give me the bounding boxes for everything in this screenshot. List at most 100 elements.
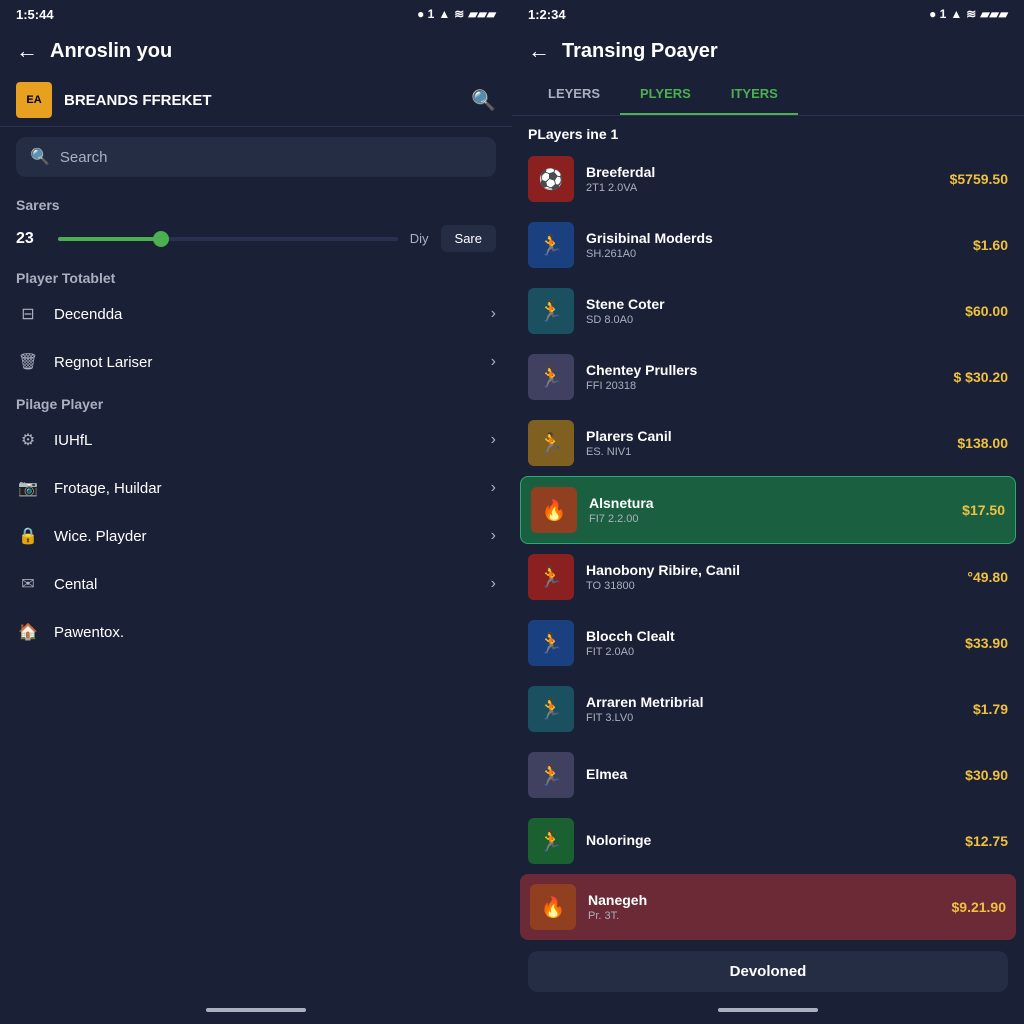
- player-sub-5: FI7 2.2.00: [589, 513, 950, 525]
- left-page-title: Anroslin you: [50, 40, 496, 63]
- player-info-9: Elmea: [586, 766, 953, 784]
- slider-track[interactable]: [58, 237, 398, 241]
- player-avatar-9: 🏃: [528, 752, 574, 798]
- search-input[interactable]: [60, 149, 482, 166]
- iuhfl-label: IUHfL: [54, 432, 477, 449]
- player-price-6: °49.80: [967, 569, 1008, 585]
- menu-item-pawentox[interactable]: 🏠 Pawentox.: [0, 608, 512, 656]
- tab-ityers[interactable]: ITYERS: [711, 74, 798, 115]
- player-name-0: Breeferdal: [586, 164, 938, 180]
- left-bottom-bar: [0, 1000, 512, 1024]
- player-price-11: $9.21.90: [952, 899, 1007, 915]
- menu-item-iuhfl[interactable]: ⚙ IUHfL ›: [0, 416, 512, 464]
- player-info-4: Plarers Canil ES. NIV1: [586, 428, 945, 458]
- player-row-6[interactable]: 🏃 Hanobony Ribire, Canil TO 31800 °49.80: [512, 544, 1024, 610]
- slider-row: 23 Diy Sare: [0, 217, 512, 260]
- search-magnifier-icon: 🔍: [30, 147, 50, 167]
- player-avatar-3: 🏃: [528, 354, 574, 400]
- search-icon[interactable]: 🔍: [471, 88, 496, 113]
- left-time: 1:5:44: [16, 7, 54, 22]
- player-avatar-10: 🏃: [528, 818, 574, 864]
- save-button[interactable]: Sare: [441, 225, 496, 252]
- slider-fill: [58, 237, 160, 241]
- player-row-0[interactable]: ⚽ Breeferdal 2T1 2.0VA $5759.50: [512, 146, 1024, 212]
- player-list: ⚽ Breeferdal 2T1 2.0VA $5759.50 🏃 Grisib…: [512, 146, 1024, 951]
- regnot-icon: 🗑: [16, 350, 40, 374]
- player-row-5-highlighted[interactable]: 🔥 Alsnetura FI7 2.2.00 $17.50: [520, 476, 1016, 544]
- player-price-5: $17.50: [962, 502, 1005, 518]
- right-status-bar: 1:2:34 ● 1 ▲ ≋ ▰▰▰: [512, 0, 1024, 28]
- slider-left-label: 23: [16, 230, 46, 248]
- player-row-7[interactable]: 🏃 Blocch Clealt FIT 2.0A0 $33.90: [512, 610, 1024, 676]
- menu-item-frotage[interactable]: 📷 Frotage, Huildar ›: [0, 464, 512, 512]
- pawentox-label: Pawentox.: [54, 624, 496, 641]
- player-name-3: Chentey Prullers: [586, 362, 942, 378]
- pawentox-icon: 🏠: [16, 620, 40, 644]
- tabs-row: LEYERS PLYERS ITYERS: [512, 74, 1024, 116]
- frotage-chevron-icon: ›: [491, 479, 496, 497]
- menu-item-wice[interactable]: 🔒 Wice. Playder ›: [0, 512, 512, 560]
- player-sub-0: 2T1 2.0VA: [586, 182, 938, 194]
- menu-item-decendda[interactable]: ⊟ Decendda ›: [0, 290, 512, 338]
- player-section-title: Player Totablet: [0, 260, 512, 290]
- player-sub-11: Pr. 3T.: [588, 910, 940, 922]
- right-header: ← Transing Poayer: [512, 28, 1024, 74]
- player-info-2: Stene Coter SD 8.0A0: [586, 296, 953, 326]
- player-info-0: Breeferdal 2T1 2.0VA: [586, 164, 938, 194]
- slider-right-label: Diy: [410, 231, 429, 246]
- player-info-1: Grisibinal Moderds SH.261A0: [586, 230, 961, 260]
- player-row-1[interactable]: 🏃 Grisibinal Moderds SH.261A0 $1.60: [512, 212, 1024, 278]
- left-back-button[interactable]: ←: [16, 38, 38, 64]
- right-time: 1:2:34: [528, 7, 566, 22]
- player-row-4[interactable]: 🏃 Plarers Canil ES. NIV1 $138.00: [512, 410, 1024, 476]
- player-avatar-6: 🏃: [528, 554, 574, 600]
- player-row-9[interactable]: 🏃 Elmea $30.90: [512, 742, 1024, 808]
- player-name-6: Hanobony Ribire, Canil: [586, 562, 955, 578]
- menu-item-cental[interactable]: ✉ Cental ›: [0, 560, 512, 608]
- player-info-6: Hanobony Ribire, Canil TO 31800: [586, 562, 955, 592]
- wice-icon: 🔒: [16, 524, 40, 548]
- player-sub-7: FIT 2.0A0: [586, 646, 953, 658]
- player-row-3[interactable]: 🏃 Chentey Prullers FFI 20318 $ $30.20: [512, 344, 1024, 410]
- player-name-7: Blocch Clealt: [586, 628, 953, 644]
- player-price-3: $ $30.20: [954, 369, 1009, 385]
- player-row-2[interactable]: 🏃 Stene Coter SD 8.0A0 $60.00: [512, 278, 1024, 344]
- player-row-11-last[interactable]: 🔥 Nanegeh Pr. 3T. $9.21.90: [520, 874, 1016, 940]
- decendda-label: Decendda: [54, 306, 477, 323]
- cental-chevron-icon: ›: [491, 575, 496, 593]
- player-avatar-1: 🏃: [528, 222, 574, 268]
- player-row-10[interactable]: 🏃 Noloringe $12.75: [512, 808, 1024, 874]
- player-name-8: Arraren Metribrial: [586, 694, 961, 710]
- devoloned-toast: Devoloned: [528, 951, 1008, 992]
- player-name-1: Grisibinal Moderds: [586, 230, 961, 246]
- tab-plyers[interactable]: PLYERS: [620, 74, 711, 115]
- tab-leyers[interactable]: LEYERS: [528, 74, 620, 115]
- player-info-3: Chentey Prullers FFI 20318: [586, 362, 942, 392]
- right-home-indicator: [718, 1008, 818, 1012]
- right-back-button[interactable]: ←: [528, 38, 550, 64]
- left-status-bar: 1:5:44 ● 1 ▲ ≋ ▰▰▰: [0, 0, 512, 28]
- regnot-label: Regnot Lariser: [54, 354, 477, 371]
- cental-icon: ✉: [16, 572, 40, 596]
- player-sub-3: FFI 20318: [586, 380, 942, 392]
- regnot-chevron-icon: ›: [491, 353, 496, 371]
- ea-logo: EA: [16, 82, 52, 118]
- player-sub-1: SH.261A0: [586, 248, 961, 260]
- player-avatar-4: 🏃: [528, 420, 574, 466]
- player-row-8[interactable]: 🏃 Arraren Metribrial FIT 3.LV0 $1.79: [512, 676, 1024, 742]
- player-avatar-11: 🔥: [530, 884, 576, 930]
- decendda-chevron-icon: ›: [491, 305, 496, 323]
- player-price-10: $12.75: [965, 833, 1008, 849]
- left-panel: 1:5:44 ● 1 ▲ ≋ ▰▰▰ ← Anroslin you EA BRE…: [0, 0, 512, 1024]
- player-avatar-2: 🏃: [528, 288, 574, 334]
- player-name-2: Stene Coter: [586, 296, 953, 312]
- player-info-8: Arraren Metribrial FIT 3.LV0: [586, 694, 961, 724]
- search-bar[interactable]: 🔍: [16, 137, 496, 177]
- player-avatar-5: 🔥: [531, 487, 577, 533]
- menu-item-regnot[interactable]: 🗑 Regnot Lariser ›: [0, 338, 512, 386]
- slider-thumb[interactable]: [153, 231, 169, 247]
- player-info-7: Blocch Clealt FIT 2.0A0: [586, 628, 953, 658]
- iuhfl-icon: ⚙: [16, 428, 40, 452]
- player-name-10: Noloringe: [586, 832, 953, 848]
- wice-chevron-icon: ›: [491, 527, 496, 545]
